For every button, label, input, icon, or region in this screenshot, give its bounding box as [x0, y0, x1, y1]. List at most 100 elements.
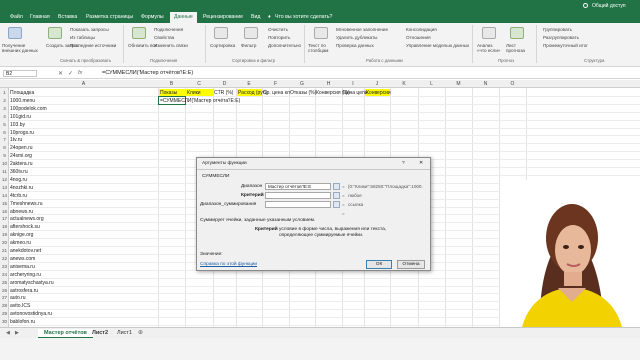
header-cell-i[interactable]: Цена цели: [343, 90, 368, 96]
row-number[interactable]: 1: [0, 90, 9, 95]
tab-page-layout[interactable]: Разметка страницы: [86, 14, 133, 20]
row-number[interactable]: 11: [0, 169, 9, 174]
site-cell[interactable]: actualnews.org: [10, 216, 44, 222]
group-button[interactable]: Группировать: [543, 27, 572, 32]
header-cell-c[interactable]: Клики: [187, 90, 201, 96]
row-number[interactable]: 13: [0, 185, 9, 190]
edit-links-button[interactable]: Изменить связи: [154, 43, 188, 48]
tab-review[interactable]: Рецензирование: [203, 14, 243, 20]
column-a-header[interactable]: A: [9, 81, 158, 87]
tab-insert[interactable]: Вставка: [58, 14, 77, 20]
row-number[interactable]: 6: [0, 130, 9, 135]
criteria-collapse-icon[interactable]: [333, 192, 340, 199]
name-box[interactable]: B2: [3, 70, 37, 77]
row-number[interactable]: 12: [0, 177, 9, 182]
column-f-header[interactable]: F: [262, 81, 289, 87]
header-cell-g[interactable]: Отказы (%): [290, 90, 316, 96]
help-link[interactable]: Справка по этой функции: [200, 262, 257, 267]
column-d-header[interactable]: D: [213, 81, 236, 87]
column-l-header[interactable]: L: [418, 81, 445, 87]
site-cell[interactable]: anisema.ru: [10, 264, 35, 270]
ungroup-button[interactable]: Разгруппировать: [543, 35, 579, 40]
site-cell[interactable]: aftershock.su: [10, 224, 40, 230]
add-sheet-icon[interactable]: ⊕: [138, 329, 143, 336]
range-input[interactable]: Мастер отчётов'!E:E: [265, 183, 331, 190]
row-number[interactable]: 2: [0, 98, 9, 103]
share-button[interactable]: Общий доступ: [592, 3, 626, 9]
row-number[interactable]: 21: [0, 248, 9, 253]
row-number[interactable]: 5: [0, 122, 9, 127]
sum-range-collapse-icon[interactable]: [333, 201, 340, 208]
site-cell[interactable]: 100podelok.com: [10, 106, 47, 112]
row-number[interactable]: 14: [0, 193, 9, 198]
header-cell-d[interactable]: CTR (%): [214, 90, 233, 96]
range-collapse-icon[interactable]: [333, 183, 340, 190]
dialog-help-icon[interactable]: ?: [402, 161, 405, 166]
site-cell[interactable]: 360tv.ru: [10, 169, 28, 175]
row-number[interactable]: 18: [0, 224, 9, 229]
row-number[interactable]: 3: [0, 106, 9, 111]
column-o-header[interactable]: O: [499, 81, 526, 87]
next-sheet-icon[interactable]: ▶: [15, 330, 19, 336]
reapply-button[interactable]: Повторить: [268, 35, 290, 40]
column-h-header[interactable]: H: [315, 81, 342, 87]
connections-button[interactable]: Подключения: [154, 27, 183, 32]
site-cell[interactable]: abnews.ru: [10, 209, 33, 215]
tab-file[interactable]: Файл: [10, 14, 23, 20]
clear-button[interactable]: Очистить: [268, 27, 288, 32]
text-to-columns-button[interactable]: Текст по столбцам: [308, 43, 334, 53]
site-cell[interactable]: 7meshnews.ru: [10, 201, 43, 207]
consolidate-button[interactable]: Консолидация: [406, 27, 437, 32]
what-if-button[interactable]: Анализ «что если»: [477, 43, 503, 53]
data-model-button[interactable]: Управление моделью данных: [406, 43, 469, 48]
prev-sheet-icon[interactable]: ◀: [6, 330, 10, 336]
site-cell[interactable]: 4nozhki.ru: [10, 185, 33, 191]
site-cell[interactable]: 2aktera.ru: [10, 161, 33, 167]
cancel-icon[interactable]: ✕: [58, 70, 63, 77]
row-number[interactable]: 24: [0, 272, 9, 277]
site-cell[interactable]: avtonovostidnya.ru: [10, 311, 52, 317]
site-cell[interactable]: archeryring.ru: [10, 272, 41, 278]
site-cell[interactable]: aknige.org: [10, 232, 33, 238]
column-i-header[interactable]: I: [342, 81, 364, 87]
insert-function-icon[interactable]: fx: [78, 70, 82, 76]
column-c-header[interactable]: C: [185, 81, 213, 87]
row-number[interactable]: 17: [0, 216, 9, 221]
row-number[interactable]: 27: [0, 295, 9, 300]
site-cell[interactable]: 24smi.org: [10, 153, 32, 159]
site-cell[interactable]: anekdotov.net: [10, 248, 41, 254]
header-cell-a[interactable]: Площадка: [10, 90, 34, 96]
row-number[interactable]: 16: [0, 209, 9, 214]
row-number[interactable]: 4: [0, 114, 9, 119]
tell-me-box[interactable]: Что вы хотите сделать?: [275, 14, 332, 20]
row-number[interactable]: 30: [0, 319, 9, 324]
tab-data[interactable]: Данные: [170, 12, 197, 23]
site-cell[interactable]: bablofon.ru: [10, 319, 35, 325]
flash-fill-button[interactable]: Мгновенное заполнение: [336, 27, 388, 32]
row-number[interactable]: 22: [0, 256, 9, 261]
dialog-close-icon[interactable]: ✕: [419, 161, 423, 166]
column-e-header[interactable]: E: [236, 81, 262, 87]
properties-button[interactable]: Свойства: [154, 35, 174, 40]
site-cell[interactable]: aromatyschastya.ru: [10, 280, 54, 286]
site-cell[interactable]: 10progs.ru: [10, 130, 34, 136]
header-cell-f[interactable]: Ср. цена кл: [263, 90, 290, 96]
row-number[interactable]: 23: [0, 264, 9, 269]
row-number[interactable]: 8: [0, 145, 9, 150]
column-b-header[interactable]: B: [158, 81, 185, 87]
header-cell-j[interactable]: Конверсии: [366, 90, 391, 96]
site-cell[interactable]: 1000.menu: [10, 98, 35, 104]
row-number[interactable]: 9: [0, 153, 9, 158]
sheet-tab-list2[interactable]: Лист2: [92, 330, 108, 336]
column-j-header[interactable]: J: [364, 81, 390, 87]
column-n-header[interactable]: N: [472, 81, 499, 87]
site-cell[interactable]: astrosfera.ru: [10, 288, 38, 294]
site-cell[interactable]: 1tv.ru: [10, 137, 22, 143]
site-cell[interactable]: anews.com: [10, 256, 35, 262]
row-number[interactable]: 19: [0, 232, 9, 237]
site-cell[interactable]: 4tcrb.ru: [10, 193, 27, 199]
site-cell[interactable]: akmeo.ru: [10, 240, 31, 246]
row-number[interactable]: 29: [0, 311, 9, 316]
tab-home[interactable]: Главная: [30, 14, 50, 20]
sheet-tab-list1[interactable]: Лист1: [117, 330, 132, 336]
